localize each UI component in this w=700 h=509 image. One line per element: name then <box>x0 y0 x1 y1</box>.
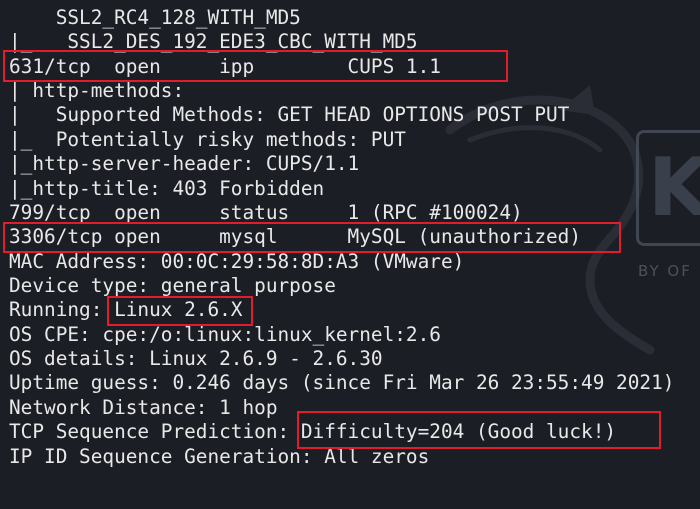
output-line: |_ Potentially risky methods: PUT <box>9 128 406 151</box>
output-line: OS CPE: cpe:/o:linux:linux_kernel:2.6 <box>9 323 441 346</box>
highlight-box-cups-port <box>3 50 508 82</box>
logo-byline: BY OF <box>638 262 692 280</box>
output-line: |_http-title: 403 Forbidden <box>9 177 325 200</box>
highlight-box-tcp-difficulty <box>297 411 661 449</box>
output-line: SSL2_RC4_128_WITH_MD5 <box>9 6 301 29</box>
output-line: Device type: general purpose <box>9 274 336 297</box>
output-line: MAC Address: 00:0C:29:58:8D:A3 (VMware) <box>9 250 465 273</box>
highlight-box-mysql-port <box>3 222 621 253</box>
output-line: Network Distance: 1 hop <box>9 396 278 419</box>
logo-letter: K <box>648 141 700 234</box>
output-line: OS details: Linux 2.6.9 - 2.6.30 <box>9 347 383 370</box>
output-line: | http-methods: <box>9 79 185 102</box>
output-line: | Supported Methods: GET HEAD OPTIONS PO… <box>9 103 570 126</box>
output-line: |_http-server-header: CUPS/1.1 <box>9 152 360 175</box>
highlight-box-os-running <box>107 296 253 326</box>
output-line: Uptime guess: 0.246 days (since Fri Mar … <box>9 371 675 394</box>
terminal-window[interactable]: K BY OF SSL2_RC4_128_WITH_MD5 |_ SSL2_DE… <box>0 0 700 509</box>
